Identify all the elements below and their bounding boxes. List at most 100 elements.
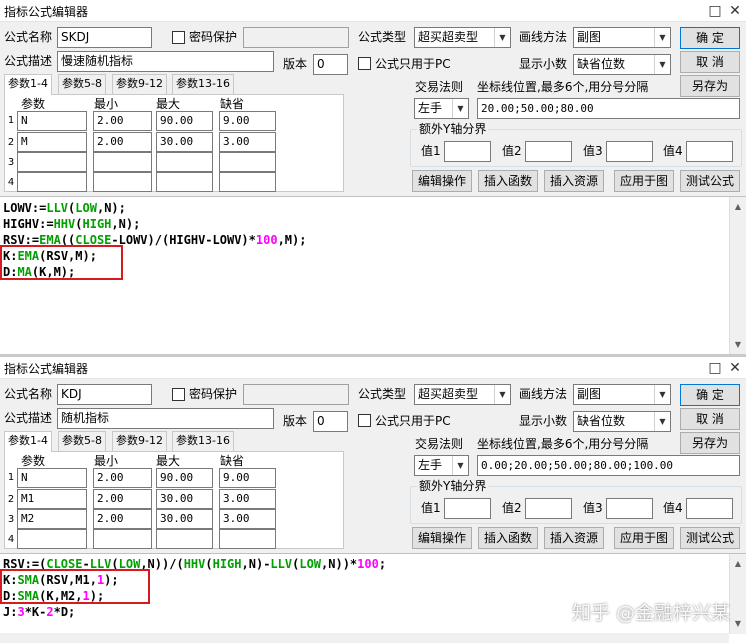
code-editor[interactable]: LOWV:=LLV(LOW,N); HIGHV:=HHV(HIGH,N); RS… (0, 196, 746, 354)
param-max-cell[interactable]: 90.00 (156, 468, 213, 488)
save-as-button[interactable]: 另存为 (680, 432, 740, 454)
value1-input[interactable] (444, 141, 491, 162)
param-default-cell[interactable] (219, 152, 276, 172)
formula-desc-input[interactable]: 随机指标 (57, 408, 274, 429)
param-name-cell[interactable]: M (17, 132, 87, 152)
param-name-cell[interactable]: M1 (17, 489, 87, 509)
value2-input[interactable] (525, 498, 572, 519)
value3-input[interactable] (606, 141, 653, 162)
formula-name-input[interactable]: KDJ (57, 384, 152, 405)
tab-params-13-16[interactable]: 参数13-16 (172, 431, 234, 451)
password-input[interactable] (243, 27, 349, 48)
draw-method-select[interactable]: 副图 ▼ (573, 384, 671, 405)
chevron-up-icon[interactable]: ▲ (730, 199, 746, 215)
row-number: 3 (7, 514, 15, 525)
save-as-button[interactable]: 另存为 (680, 75, 740, 97)
param-min-cell[interactable]: 2.00 (93, 509, 152, 529)
decimal-select[interactable]: 缺省位数 ▼ (573, 411, 671, 432)
tab-params-13-16[interactable]: 参数13-16 (172, 74, 234, 94)
version-input[interactable]: 0 (313, 411, 348, 432)
trade-rule-select[interactable]: 左手 ▼ (414, 455, 469, 476)
param-default-cell[interactable] (219, 529, 276, 549)
password-checkbox[interactable] (172, 31, 185, 44)
value3-input[interactable] (606, 498, 653, 519)
pc-only-checkbox[interactable] (358, 414, 371, 427)
chevron-down-icon: ▼ (654, 385, 670, 404)
tab-params-9-12[interactable]: 参数9-12 (112, 431, 167, 451)
param-min-cell[interactable]: 2.00 (93, 468, 152, 488)
chevron-down-icon[interactable]: ▼ (730, 337, 746, 353)
cancel-button[interactable]: 取 消 (680, 51, 740, 73)
tab-params-1-4[interactable]: 参数1-4 (4, 74, 52, 95)
param-min-cell[interactable]: 2.00 (93, 111, 152, 131)
apply-to-chart-button[interactable]: 应用于图 (614, 170, 674, 192)
axis-position-input[interactable]: 0.00;20.00;50.00;80.00;100.00 (477, 455, 740, 476)
ok-button[interactable]: 确 定 (680, 384, 740, 406)
formula-type-select[interactable]: 超买超卖型 ▼ (414, 27, 511, 48)
tab-params-5-8[interactable]: 参数5-8 (58, 431, 106, 451)
insert-resource-button[interactable]: 插入资源 (544, 527, 604, 549)
param-name-cell[interactable] (17, 529, 87, 549)
param-default-cell[interactable] (219, 172, 276, 192)
param-default-cell[interactable]: 3.00 (219, 509, 276, 529)
edit-operation-button[interactable]: 编辑操作 (412, 170, 472, 192)
close-icon[interactable]: ✕ (726, 359, 744, 377)
value4-input[interactable] (686, 141, 733, 162)
chevron-down-icon[interactable]: ▼ (730, 616, 746, 632)
decimal-select[interactable]: 缺省位数 ▼ (573, 54, 671, 75)
param-min-cell[interactable]: 2.00 (93, 489, 152, 509)
param-default-cell[interactable]: 3.00 (219, 132, 276, 152)
vertical-scrollbar[interactable]: ▲ ▼ (729, 197, 746, 354)
insert-function-button[interactable]: 插入函数 (478, 527, 538, 549)
close-icon[interactable]: ✕ (726, 2, 744, 20)
axis-position-input[interactable]: 20.00;50.00;80.00 (477, 98, 740, 119)
param-name-cell[interactable]: N (17, 111, 87, 131)
param-max-cell[interactable]: 90.00 (156, 111, 213, 131)
insert-function-button[interactable]: 插入函数 (478, 170, 538, 192)
maximize-icon[interactable]: □ (706, 2, 724, 20)
password-input[interactable] (243, 384, 349, 405)
tab-params-9-12[interactable]: 参数9-12 (112, 74, 167, 94)
param-min-cell[interactable]: 2.00 (93, 132, 152, 152)
apply-to-chart-button[interactable]: 应用于图 (614, 527, 674, 549)
password-checkbox[interactable] (172, 388, 185, 401)
formula-type-select[interactable]: 超买超卖型 ▼ (414, 384, 511, 405)
param-default-cell[interactable]: 9.00 (219, 468, 276, 488)
vertical-scrollbar[interactable]: ▲ ▼ (729, 554, 746, 634)
tab-params-5-8[interactable]: 参数5-8 (58, 74, 106, 94)
param-min-cell[interactable] (93, 172, 152, 192)
test-formula-button[interactable]: 测试公式 (680, 527, 740, 549)
param-max-cell[interactable] (156, 172, 213, 192)
value2-input[interactable] (525, 141, 572, 162)
param-name-cell[interactable]: M2 (17, 509, 87, 529)
maximize-icon[interactable]: □ (706, 359, 724, 377)
param-min-cell[interactable] (93, 529, 152, 549)
param-max-cell[interactable]: 30.00 (156, 509, 213, 529)
param-min-cell[interactable] (93, 152, 152, 172)
chevron-up-icon[interactable]: ▲ (730, 556, 746, 572)
param-default-cell[interactable]: 9.00 (219, 111, 276, 131)
insert-resource-button[interactable]: 插入资源 (544, 170, 604, 192)
param-max-cell[interactable]: 30.00 (156, 132, 213, 152)
param-max-cell[interactable] (156, 529, 213, 549)
edit-operation-button[interactable]: 编辑操作 (412, 527, 472, 549)
cancel-button[interactable]: 取 消 (680, 408, 740, 430)
value1-input[interactable] (444, 498, 491, 519)
formula-name-input[interactable]: SKDJ (57, 27, 152, 48)
param-default-cell[interactable]: 3.00 (219, 489, 276, 509)
trade-rule-select[interactable]: 左手 ▼ (414, 98, 469, 119)
param-name-cell[interactable] (17, 152, 87, 172)
value4-input[interactable] (686, 498, 733, 519)
param-name-cell[interactable] (17, 172, 87, 192)
version-input[interactable]: 0 (313, 54, 348, 75)
param-max-cell[interactable] (156, 152, 213, 172)
pc-only-checkbox[interactable] (358, 57, 371, 70)
tab-params-1-4[interactable]: 参数1-4 (4, 431, 52, 452)
ok-button[interactable]: 确 定 (680, 27, 740, 49)
formula-desc-input[interactable]: 慢速随机指标 (57, 51, 274, 72)
horizontal-scrollbar[interactable] (0, 633, 729, 643)
param-name-cell[interactable]: N (17, 468, 87, 488)
draw-method-select[interactable]: 副图 ▼ (573, 27, 671, 48)
test-formula-button[interactable]: 测试公式 (680, 170, 740, 192)
param-max-cell[interactable]: 30.00 (156, 489, 213, 509)
